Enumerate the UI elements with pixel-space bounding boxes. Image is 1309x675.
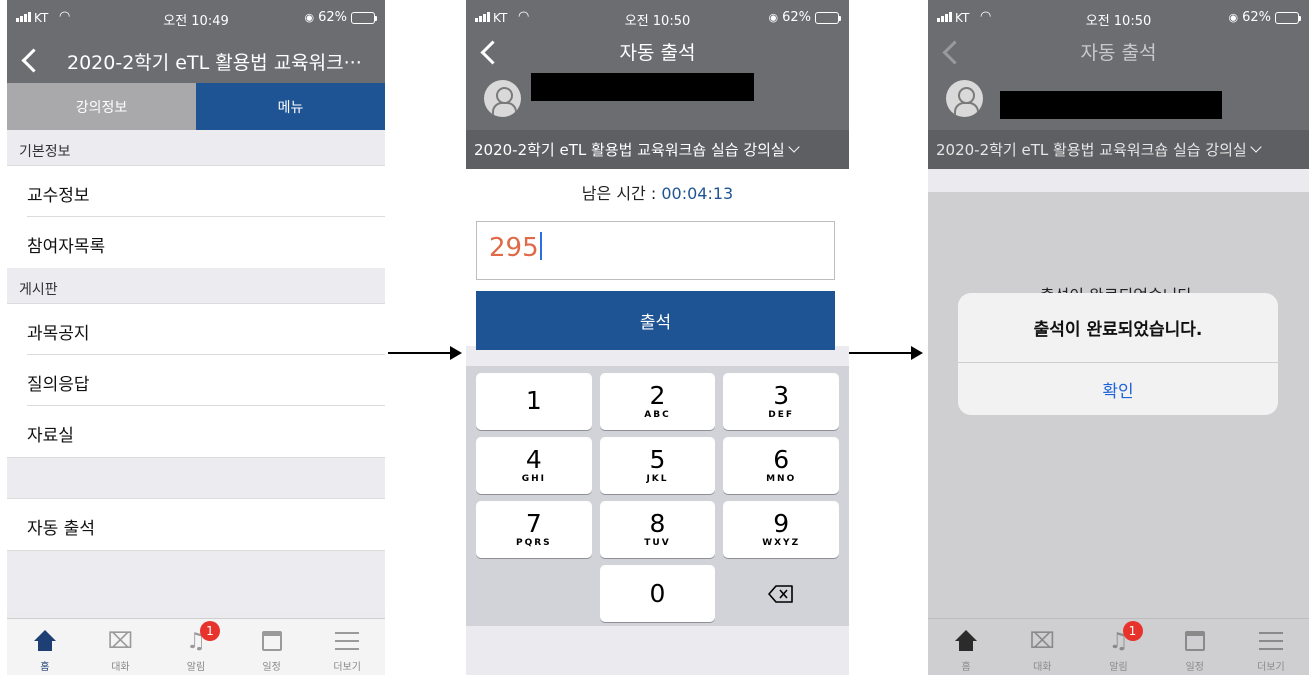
tab-home: 홈 bbox=[928, 619, 1004, 675]
tab-menu[interactable]: 메뉴 bbox=[196, 83, 385, 130]
status-bar: KT ◠ 오전 10:50 ◉ 62% bbox=[928, 0, 1309, 38]
nav-bar: 자동 출석 bbox=[928, 38, 1309, 68]
notification-badge: 1 bbox=[199, 621, 220, 641]
menu-item-qna[interactable]: 질의응답 bbox=[7, 355, 385, 406]
screen-auto-attendance: KT ◠ 오전 10:50 ◉ 62% 자동 출석 2020-2학기 eTL 활… bbox=[466, 0, 849, 675]
key-3[interactable]: 3 DEF bbox=[723, 373, 839, 430]
alert-dialog: 출석이 완료되었습니다. 확인 bbox=[958, 293, 1278, 415]
segment-tabs: 강의정보 메뉴 bbox=[7, 83, 385, 130]
tab-schedule: 일정 bbox=[1157, 619, 1233, 675]
key-0[interactable]: 0 bbox=[599, 565, 716, 622]
nav-bar: 2020-2학기 eTL 활용법 교육워크··· bbox=[7, 38, 385, 83]
tab-bar: 홈 ⌧ 대화 ♫ 1 알림 일정 더보기 bbox=[7, 618, 385, 675]
battery-percent: 62% bbox=[318, 10, 347, 25]
notification-badge: 1 bbox=[1122, 621, 1143, 641]
alert-message: 출석이 완료되었습니다. bbox=[958, 293, 1278, 363]
screen-attendance-complete: KT ◠ 오전 10:50 ◉ 62% 자동 출석 2020-2학기 eTL 활… bbox=[928, 0, 1309, 675]
page-title: 2020-2학기 eTL 활용법 교육워크··· bbox=[67, 52, 362, 74]
alert-ok-button[interactable]: 확인 bbox=[958, 363, 1278, 415]
chevron-down-icon bbox=[1250, 141, 1262, 153]
back-icon[interactable] bbox=[21, 44, 42, 69]
key-6[interactable]: 6 MNO bbox=[723, 437, 839, 494]
key-8[interactable]: 8 TUV bbox=[599, 501, 716, 558]
alarm-icon: ◉ bbox=[1228, 11, 1239, 24]
calendar-icon bbox=[1184, 631, 1205, 651]
more-icon bbox=[335, 632, 360, 650]
status-bar: KT ◠ 오전 10:50 ◉ 62% bbox=[466, 0, 849, 38]
more-icon bbox=[1258, 632, 1283, 650]
alarm-icon: ◉ bbox=[304, 11, 315, 24]
tab-chat[interactable]: ⌧ 대화 bbox=[83, 619, 159, 675]
menu-item-auto-attendance[interactable]: 자동 출석 bbox=[7, 499, 385, 550]
home-icon bbox=[955, 630, 978, 652]
section-spacer bbox=[7, 457, 385, 499]
battery-percent: 62% bbox=[1242, 10, 1271, 25]
chat-icon: ⌧ bbox=[1029, 628, 1055, 654]
chat-icon: ⌧ bbox=[107, 628, 134, 654]
numeric-keypad: 1 2 ABC 3 DEF 4 GHI 5 JKL 6 MNO 7 PQRS 8 TUV 9W… bbox=[466, 366, 849, 626]
page-title: 자동 출석 bbox=[619, 42, 696, 64]
avatar-icon bbox=[484, 80, 521, 117]
home-icon bbox=[33, 630, 56, 652]
key-1[interactable]: 1 bbox=[476, 373, 592, 430]
flow-arrow-1 bbox=[388, 346, 462, 360]
attendance-submit-button[interactable]: 출석 bbox=[476, 291, 835, 350]
flow-arrow-2 bbox=[849, 346, 923, 360]
key-4[interactable]: 4 GHI bbox=[476, 437, 592, 494]
redacted-name bbox=[531, 73, 754, 101]
status-bar: KT ◠ 오전 10:49 ◉ 62% bbox=[7, 0, 385, 38]
menu-item-archive[interactable]: 자료실 bbox=[7, 406, 385, 457]
remaining-time: 남은 시간 : 00:04:13 bbox=[466, 169, 849, 221]
key-2[interactable]: 2 ABC bbox=[599, 373, 716, 430]
attendance-code-input[interactable]: 295 bbox=[476, 221, 835, 280]
tab-course-info[interactable]: 강의정보 bbox=[7, 83, 196, 130]
tab-schedule[interactable]: 일정 bbox=[234, 619, 310, 675]
nav-bar: 자동 출석 bbox=[466, 38, 849, 68]
tab-alerts[interactable]: ♫ 1 알림 bbox=[158, 619, 234, 675]
menu-item-professor-info[interactable]: 교수정보 bbox=[7, 166, 385, 217]
tab-home[interactable]: 홈 bbox=[7, 619, 83, 675]
backspace-icon bbox=[768, 584, 794, 603]
tab-chat: ⌧ 대화 bbox=[1029, 628, 1055, 674]
screen-course-menu: KT ◠ 오전 10:49 ◉ 62% 2020-2학기 eTL 활용법 교육워… bbox=[7, 0, 385, 675]
key-7[interactable]: 7 PQRS bbox=[476, 501, 592, 558]
course-selector[interactable]: 2020-2학기 eTL 활용법 교육워크숍 실습 강의실 bbox=[466, 130, 849, 169]
battery-icon bbox=[351, 11, 377, 24]
key-delete[interactable] bbox=[723, 565, 839, 622]
user-bar bbox=[466, 68, 849, 130]
tab-more[interactable]: 더보기 bbox=[309, 619, 385, 675]
text-cursor bbox=[539, 231, 542, 260]
avatar-icon bbox=[946, 80, 983, 117]
tab-alerts: ♫ 1 알림 bbox=[1080, 619, 1156, 675]
battery-icon bbox=[815, 11, 841, 24]
tab-more: 더보기 bbox=[1233, 619, 1309, 675]
menu-item-notices[interactable]: 과목공지 bbox=[7, 304, 385, 355]
calendar-icon bbox=[261, 631, 282, 651]
alarm-icon: ◉ bbox=[768, 11, 779, 24]
key-blank bbox=[476, 565, 592, 622]
course-name: 2020-2학기 eTL 활용법 교육워크숍 실습 강의실 bbox=[474, 141, 785, 159]
course-selector: 2020-2학기 eTL 활용법 교육워크숍 실습 강의실 bbox=[928, 130, 1309, 169]
tab-bar: 홈 ⌧ 대화 ♫ 1 알림 일정 더보기 bbox=[928, 618, 1309, 675]
user-bar bbox=[928, 68, 1309, 130]
page-title: 자동 출석 bbox=[1080, 42, 1157, 64]
battery-percent: 62% bbox=[782, 10, 811, 25]
menu-item-participants[interactable]: 참여자목록 bbox=[7, 217, 385, 268]
key-9[interactable]: 9 WXYZ bbox=[723, 501, 839, 558]
chevron-down-icon bbox=[788, 141, 800, 153]
key-5[interactable]: 5 JKL bbox=[599, 437, 716, 494]
redacted-name bbox=[1000, 91, 1222, 119]
course-name: 2020-2학기 eTL 활용법 교육워크숍 실습 강의실 bbox=[936, 141, 1247, 159]
remaining-time-value: 00:04:13 bbox=[661, 184, 734, 203]
battery-icon bbox=[1275, 11, 1301, 24]
section-header-board: 게시판 bbox=[7, 268, 385, 304]
section-header-basic-info: 기본정보 bbox=[7, 130, 385, 166]
